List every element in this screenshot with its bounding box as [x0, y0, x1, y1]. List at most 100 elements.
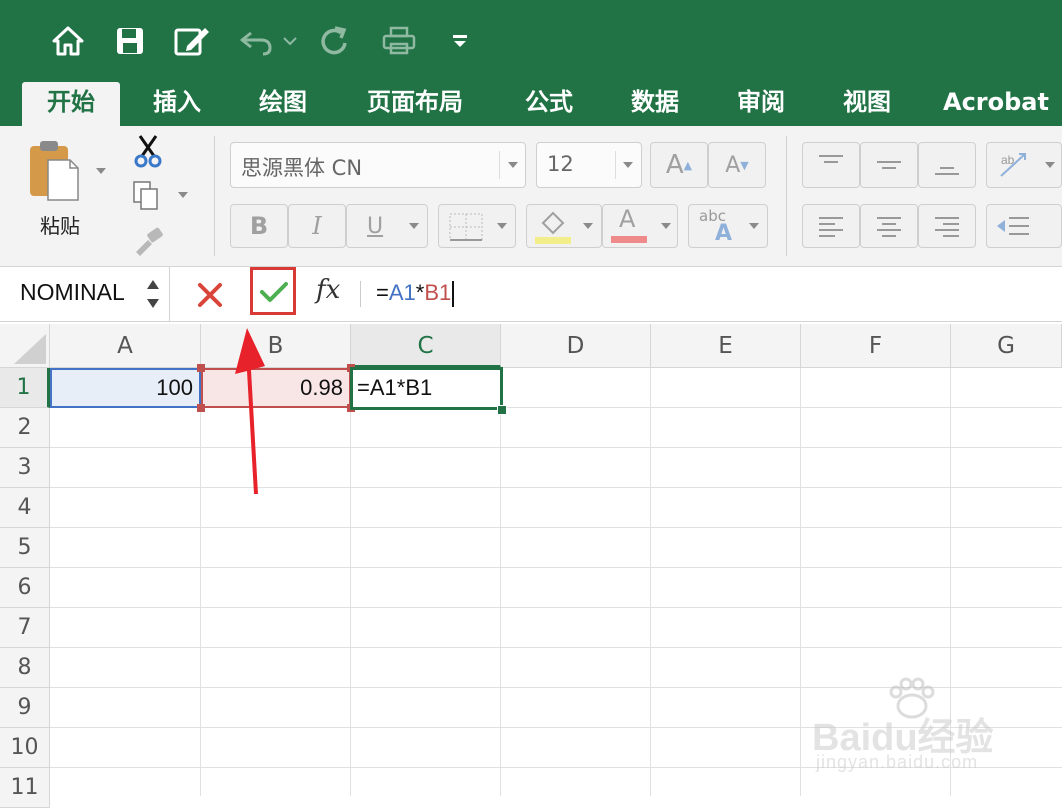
- row-header-7[interactable]: 7: [0, 608, 50, 648]
- tab-draw[interactable]: 绘图: [242, 82, 324, 126]
- fill-color-button[interactable]: [526, 204, 602, 248]
- formula-eq: =: [376, 280, 389, 305]
- select-all-corner[interactable]: [0, 324, 50, 368]
- paste-button[interactable]: [26, 138, 84, 204]
- row-header-9[interactable]: 9: [0, 688, 50, 728]
- cell-c1-active[interactable]: =A1*B1: [350, 367, 503, 410]
- align-middle-icon: [877, 161, 901, 169]
- column-header-d[interactable]: D: [501, 324, 651, 368]
- row-header-4[interactable]: 4: [0, 488, 50, 528]
- enter-formula-button[interactable]: [250, 267, 296, 315]
- decrease-font-button[interactable]: A ▼: [708, 142, 766, 188]
- phonetic-button[interactable]: abc A: [688, 204, 768, 248]
- decrease-indent-icon: [997, 217, 1029, 235]
- tab-formulas[interactable]: 公式: [508, 82, 590, 126]
- print-icon[interactable]: [378, 20, 420, 62]
- abc-a-icon: A: [715, 221, 733, 246]
- align-bottom-button[interactable]: [918, 142, 976, 188]
- column-header-b[interactable]: B: [201, 324, 351, 368]
- borders-button[interactable]: [438, 204, 516, 248]
- fill-color-dropdown-icon[interactable]: [583, 223, 593, 229]
- font-size-dropdown-icon[interactable]: [623, 162, 633, 168]
- align-right-icon: [935, 217, 959, 237]
- row-header-10[interactable]: 10: [0, 728, 50, 768]
- cell-a1[interactable]: 100: [50, 368, 201, 408]
- font-color-button[interactable]: A: [602, 204, 678, 248]
- cancel-formula-icon[interactable]: [196, 281, 224, 313]
- row-header-1[interactable]: 1: [0, 368, 50, 408]
- column-header-c[interactable]: C: [351, 324, 501, 368]
- home-icon[interactable]: [48, 20, 88, 62]
- paste-label: 粘贴: [40, 214, 80, 238]
- orientation-dropdown-icon[interactable]: [1045, 162, 1055, 168]
- font-name-dropdown-icon[interactable]: [508, 162, 518, 168]
- font-color-dropdown-icon[interactable]: [661, 223, 671, 229]
- underline-dropdown-icon[interactable]: [409, 223, 419, 229]
- tab-view[interactable]: 视图: [826, 82, 908, 126]
- align-center-button[interactable]: [860, 204, 918, 248]
- paste-dropdown-icon[interactable]: [96, 168, 106, 174]
- baidu-watermark: Baidu经验 jingyan.baidu.com: [812, 676, 1012, 786]
- name-box[interactable]: NOMINAL: [0, 267, 170, 321]
- formula-bar: NOMINAL fx =A1*B1: [0, 267, 1062, 322]
- align-left-icon: [819, 217, 843, 237]
- decrease-indent-button[interactable]: [986, 204, 1062, 248]
- orientation-button[interactable]: ab: [986, 142, 1062, 188]
- font-name-select[interactable]: 思源黑体 CN: [230, 142, 526, 188]
- underline-button[interactable]: U: [346, 204, 428, 248]
- font-size-select[interactable]: 12: [536, 142, 642, 188]
- cell-b1[interactable]: 0.98: [201, 368, 351, 408]
- row-header-2[interactable]: 2: [0, 408, 50, 448]
- column-header-a[interactable]: A: [50, 324, 201, 368]
- increase-font-button[interactable]: A ▲: [650, 142, 708, 188]
- redo-icon[interactable]: [314, 20, 354, 62]
- edit-icon[interactable]: [170, 20, 214, 62]
- row-header-11[interactable]: 11: [0, 768, 50, 808]
- watermark-url: jingyan.baidu.com: [816, 752, 979, 772]
- align-center-icon: [877, 217, 901, 237]
- align-top-button[interactable]: [802, 142, 860, 188]
- cut-icon[interactable]: [132, 134, 164, 172]
- copy-dropdown-icon[interactable]: [178, 192, 188, 198]
- align-bottom-icon: [935, 167, 959, 175]
- confirm-check-icon: [260, 282, 288, 302]
- underline-icon: U: [367, 213, 384, 239]
- tab-insert[interactable]: 插入: [136, 82, 218, 126]
- borders-dropdown-icon[interactable]: [497, 223, 507, 229]
- insert-function-icon[interactable]: fx: [316, 275, 340, 305]
- align-right-button[interactable]: [918, 204, 976, 248]
- formula-input[interactable]: =A1*B1: [376, 280, 455, 308]
- column-header-e[interactable]: E: [651, 324, 801, 368]
- name-box-stepper-icon[interactable]: [144, 276, 162, 312]
- tab-review[interactable]: 审阅: [720, 82, 802, 126]
- bold-icon: B: [249, 212, 269, 240]
- align-middle-button[interactable]: [860, 142, 918, 188]
- tab-page-layout[interactable]: 页面布局: [350, 82, 480, 126]
- italic-button[interactable]: I: [288, 204, 346, 248]
- fill-color-icon: [535, 211, 571, 244]
- row-header-3[interactable]: 3: [0, 448, 50, 488]
- row-header-5[interactable]: 5: [0, 528, 50, 568]
- customize-icon[interactable]: [448, 20, 472, 62]
- copy-icon[interactable]: [132, 180, 162, 216]
- align-left-button[interactable]: [802, 204, 860, 248]
- row-header-8[interactable]: 8: [0, 648, 50, 688]
- save-icon[interactable]: [110, 20, 150, 62]
- title-bar: 开始 插入 绘图 页面布局 公式 数据 审阅 视图 Acrobat: [0, 0, 1062, 126]
- fill-handle[interactable]: [497, 405, 507, 415]
- bold-button[interactable]: B: [230, 204, 288, 248]
- column-header-g[interactable]: G: [951, 324, 1062, 368]
- phonetic-dropdown-icon[interactable]: [749, 223, 759, 229]
- row-header-6[interactable]: 6: [0, 568, 50, 608]
- font-name-value: 思源黑体 CN: [241, 156, 363, 180]
- undo-icon[interactable]: [236, 20, 298, 62]
- formula-ref-a1: A1: [388, 280, 416, 305]
- column-header-f[interactable]: F: [801, 324, 951, 368]
- tab-home[interactable]: 开始: [22, 82, 120, 126]
- svg-text:ab: ab: [1001, 153, 1015, 167]
- format-painter-icon[interactable]: [132, 226, 166, 260]
- spreadsheet-grid: A B C D E F G 1 2 3 4 5 6 7 8 9 10 11 10…: [0, 324, 1062, 808]
- tab-data[interactable]: 数据: [614, 82, 696, 126]
- tab-acrobat[interactable]: Acrobat: [940, 82, 1052, 126]
- borders-icon: [449, 213, 483, 241]
